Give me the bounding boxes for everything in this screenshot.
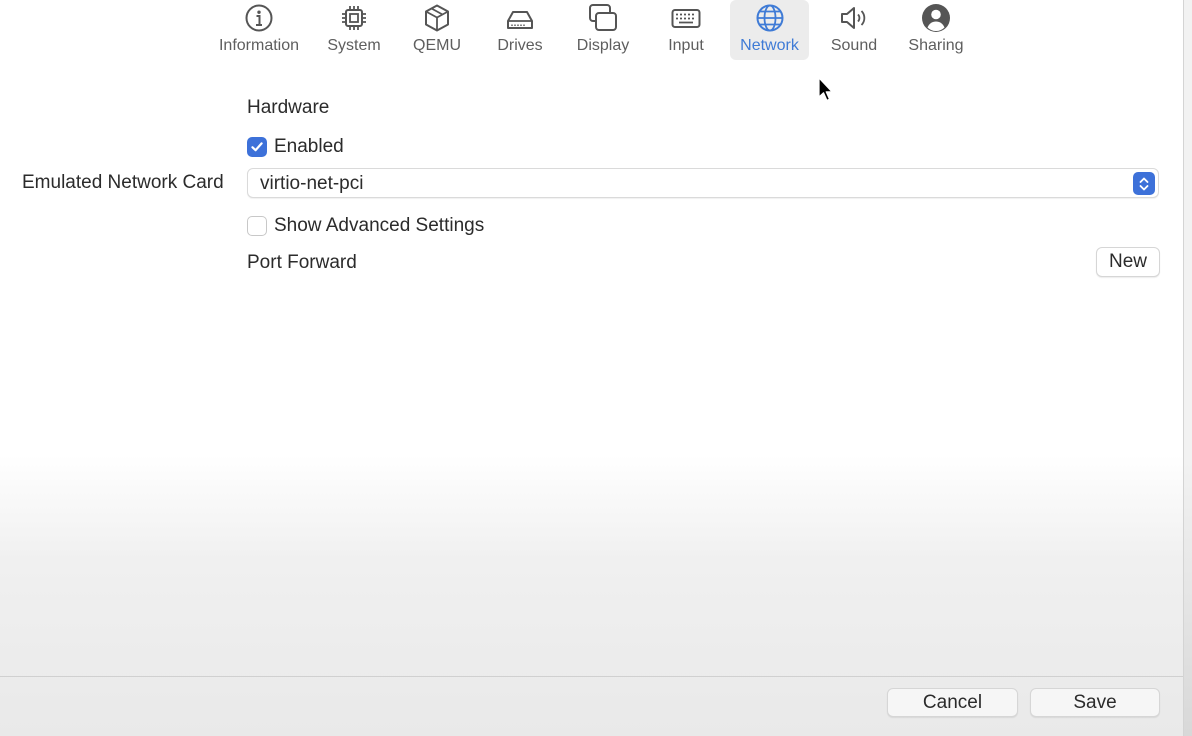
checkmark-icon: [251, 142, 263, 152]
select-stepper-icon: [1133, 172, 1155, 195]
tab-sound[interactable]: Sound: [822, 0, 886, 60]
new-port-forward-button[interactable]: New: [1096, 247, 1160, 277]
cube-icon: [422, 3, 452, 33]
tab-system[interactable]: System: [318, 0, 390, 60]
tab-information[interactable]: Information: [213, 0, 305, 60]
speaker-icon: [839, 3, 869, 33]
tab-display-label: Display: [576, 37, 630, 54]
tab-drives-label: Drives: [497, 37, 543, 54]
emulated-network-card-label: Emulated Network Card: [22, 172, 224, 193]
globe-icon: [755, 3, 785, 33]
enabled-label: Enabled: [274, 136, 344, 157]
tab-sharing-label: Sharing: [908, 37, 964, 54]
cancel-button[interactable]: Cancel: [887, 688, 1018, 717]
settings-toolbar: Information System QEMU Drives Display I…: [0, 0, 1183, 64]
cpu-icon: [339, 3, 369, 33]
background-window-edge: [1184, 0, 1192, 736]
enabled-checkbox[interactable]: [247, 137, 267, 157]
person-icon: [921, 3, 951, 33]
keyboard-icon: [671, 3, 701, 33]
save-button[interactable]: Save: [1030, 688, 1160, 717]
tab-display[interactable]: Display: [567, 0, 639, 60]
emulated-network-card-value: virtio-net-pci: [260, 173, 364, 194]
tab-qemu[interactable]: QEMU: [404, 0, 470, 60]
tab-drives[interactable]: Drives: [487, 0, 553, 60]
tab-input[interactable]: Input: [653, 0, 719, 60]
port-forward-label: Port Forward: [247, 252, 357, 273]
settings-window: Information System QEMU Drives Display I…: [0, 0, 1184, 736]
mouse-pointer-icon: [818, 77, 834, 103]
tab-network-label: Network: [740, 37, 799, 54]
tab-qemu-label: QEMU: [413, 37, 461, 54]
display-icon: [588, 3, 618, 33]
footer-divider: [0, 676, 1183, 677]
info-icon: [244, 3, 274, 33]
tab-sound-label: Sound: [830, 37, 878, 54]
tab-information-label: Information: [218, 37, 300, 54]
drive-icon: [505, 3, 535, 33]
tab-network[interactable]: Network: [730, 0, 809, 60]
tab-input-label: Input: [668, 37, 704, 54]
enabled-checkbox-row[interactable]: Enabled: [247, 136, 344, 158]
advanced-settings-label: Show Advanced Settings: [274, 215, 485, 236]
tab-system-label: System: [327, 37, 381, 54]
emulated-network-card-select[interactable]: virtio-net-pci: [247, 168, 1159, 198]
advanced-settings-checkbox[interactable]: [247, 216, 267, 236]
advanced-settings-checkbox-row[interactable]: Show Advanced Settings: [247, 215, 484, 237]
hardware-section-title: Hardware: [247, 97, 330, 118]
tab-sharing[interactable]: Sharing: [900, 0, 972, 60]
